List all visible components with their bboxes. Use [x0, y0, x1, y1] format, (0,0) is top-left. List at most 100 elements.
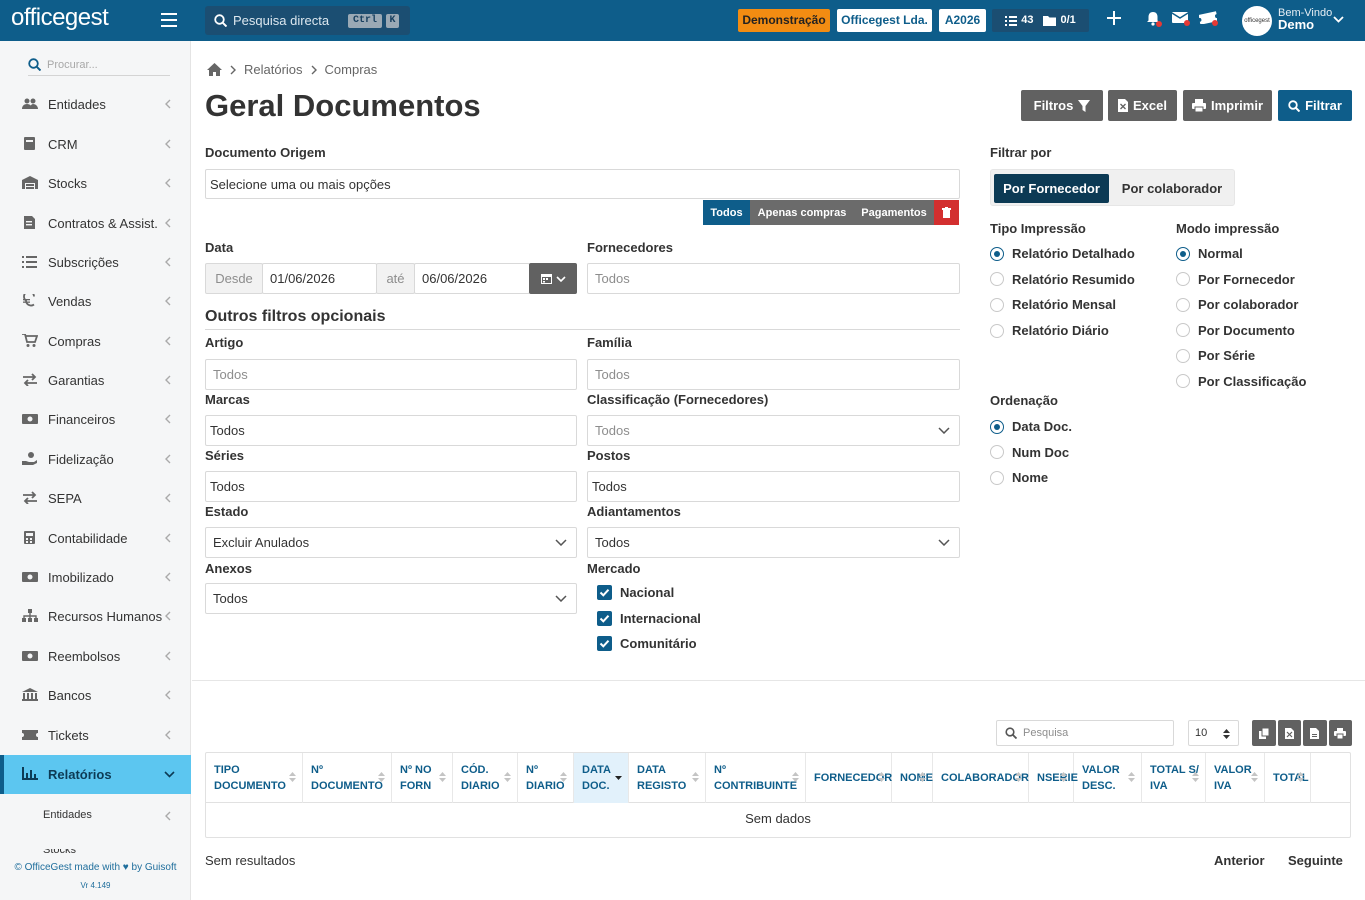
avatar[interactable]: officegest — [1242, 6, 1272, 36]
column-header[interactable]: COLABORADOR — [933, 753, 1029, 803]
column-header[interactable]: TIPO DOCUMENTO — [206, 753, 303, 803]
sidebar-item-contratos-assist[interactable]: Contratos & Assist. — [0, 207, 191, 239]
column-header[interactable]: Nº NO FORN — [392, 753, 453, 803]
menu-toggle-icon[interactable] — [161, 13, 177, 27]
table-search-input[interactable]: Pesquisa — [996, 720, 1174, 746]
breadcrumb-compras[interactable]: Compras — [325, 62, 378, 77]
sidebar-item-sepa[interactable]: SEPA — [0, 482, 191, 514]
sidebar-item-imobilizado[interactable]: Imobilizado — [0, 561, 191, 593]
column-header[interactable]: FORNECEDOR — [806, 753, 892, 803]
sidebar-item-recursos-humanos[interactable]: Recursos Humanos — [0, 600, 191, 632]
sidebar-item-garantias[interactable]: Garantias — [0, 364, 191, 396]
filtrar-button[interactable]: Filtrar — [1278, 90, 1352, 121]
column-header[interactable]: CÓD. DIARIO — [453, 753, 518, 803]
por-colaborador-option[interactable]: Por colaborador — [1113, 174, 1231, 203]
postos-select[interactable]: Todos — [587, 471, 960, 502]
demo-badge[interactable]: Demonstração — [738, 9, 830, 32]
global-search-input[interactable]: Pesquisa directa Ctrl K — [205, 6, 410, 35]
next-page-button[interactable]: Seguinte — [1288, 853, 1343, 868]
sidebar-item-tickets[interactable]: Tickets — [0, 719, 191, 751]
sidebar-item-relatórios[interactable]: Relatórios — [0, 755, 191, 794]
sidebar-item-entidades[interactable]: Entidades — [0, 88, 191, 120]
breadcrumb-relatorios[interactable]: Relatórios — [244, 62, 303, 77]
ordenacao-radio[interactable]: Data Doc. — [990, 419, 1072, 434]
column-header[interactable]: DATA REGISTO — [629, 753, 706, 803]
fornecedores-select[interactable]: Todos — [587, 263, 960, 294]
column-header[interactable]: TOTAL — [1265, 753, 1311, 803]
modo-impressao-radio[interactable]: Normal — [1176, 246, 1243, 261]
calendar-button[interactable] — [529, 263, 577, 294]
csv-export-button[interactable] — [1303, 720, 1327, 746]
documento-origem-select[interactable]: Selecione uma ou mais opções — [205, 169, 960, 199]
sidebar-item-contabilidade[interactable]: Contabilidade — [0, 522, 191, 554]
home-icon[interactable] — [207, 63, 222, 76]
marcas-select[interactable]: Todos — [205, 415, 577, 446]
anexos-select[interactable]: Todos — [205, 583, 577, 614]
tipo-impressao-radio[interactable]: Relatório Mensal — [990, 297, 1116, 312]
column-header[interactable]: Nº DOCUMENTO — [303, 753, 392, 803]
classificacao-select[interactable]: Todos — [587, 415, 960, 446]
mercado-checkbox[interactable]: Comunitário — [597, 636, 697, 651]
series-select[interactable]: Todos — [205, 471, 577, 502]
column-header[interactable]: NOME — [892, 753, 933, 803]
sidebar-item-financeiros[interactable]: Financeiros — [0, 403, 191, 435]
clear-selection-button[interactable] — [934, 200, 959, 225]
familia-select[interactable]: Todos — [587, 359, 960, 390]
column-header[interactable]: VALOR IVA — [1206, 753, 1265, 803]
prev-page-button[interactable]: Anterior — [1214, 853, 1265, 868]
imprimir-button[interactable]: Imprimir — [1183, 90, 1272, 121]
column-header[interactable]: Nº DIARIO — [518, 753, 574, 803]
modo-impressao-radio[interactable]: Por Série — [1176, 348, 1255, 363]
company-selector[interactable]: Officegest Lda. — [837, 9, 932, 32]
modo-impressao-radio[interactable]: Por Classificação — [1176, 374, 1306, 389]
modo-impressao-radio[interactable]: Por colaborador — [1176, 297, 1298, 312]
column-header[interactable]: TOTAL S/IVA — [1142, 753, 1206, 803]
bell-icon[interactable] — [1146, 11, 1162, 27]
column-header[interactable]: NSERIE — [1029, 753, 1078, 803]
tipo-impressao-radio[interactable]: Relatório Resumido — [990, 272, 1135, 287]
column-header[interactable]: DATA DOC. — [574, 753, 629, 803]
ordenacao-radio[interactable]: Num Doc — [990, 445, 1069, 460]
ticket-icon[interactable] — [1199, 11, 1218, 26]
tipo-impressao-radio[interactable]: Relatório Diário — [990, 323, 1109, 338]
ordenacao-radio[interactable]: Nome — [990, 470, 1048, 485]
submenu-entidades[interactable]: Entidades — [43, 809, 92, 821]
modo-impressao-radio[interactable]: Por Fornecedor — [1176, 272, 1295, 287]
app-logo[interactable]: officegest — [11, 4, 109, 32]
mail-icon[interactable] — [1172, 11, 1190, 26]
column-header[interactable]: Nº CONTRIBUINTE — [706, 753, 806, 803]
submenu-stocks[interactable]: Stocks — [43, 849, 76, 856]
copy-button[interactable] — [1252, 720, 1276, 746]
footer-credit[interactable]: © OfficeGest made with ♥ by Guisoft — [0, 862, 191, 873]
column-header[interactable]: VALOR DESC. — [1074, 753, 1142, 803]
date-to-input[interactable]: 06/06/2026 — [414, 263, 530, 294]
sidebar-item-vendas[interactable]: Vendas — [0, 285, 191, 317]
print-table-button[interactable] — [1328, 720, 1352, 746]
por-fornecedor-option[interactable]: Por Fornecedor — [994, 174, 1109, 203]
segment-pagamentos[interactable]: Pagamentos — [854, 200, 934, 225]
sidebar-item-reembolsos[interactable]: Reembolsos — [0, 640, 191, 672]
modo-impressao-radio[interactable]: Por Documento — [1176, 323, 1295, 338]
sidebar-item-crm[interactable]: CRM — [0, 128, 191, 160]
estado-select[interactable]: Excluir Anulados — [205, 527, 577, 558]
segment-todos[interactable]: Todos — [703, 200, 750, 225]
chevron-down-icon[interactable] — [1333, 16, 1344, 23]
sidebar-item-stocks[interactable]: Stocks — [0, 167, 191, 199]
adiantamentos-select[interactable]: Todos — [587, 527, 960, 558]
task-counters[interactable]: 43 0/1 — [992, 9, 1089, 32]
page-size-select[interactable]: 10 — [1188, 720, 1239, 746]
excel-button[interactable]: Excel — [1108, 90, 1177, 121]
sidebar-item-subscrições[interactable]: Subscrições — [0, 246, 191, 278]
plus-icon[interactable] — [1107, 11, 1121, 25]
sidebar-item-compras[interactable]: Compras — [0, 325, 191, 357]
sidebar-item-fidelização[interactable]: Fidelização — [0, 443, 191, 475]
excel-export-button[interactable] — [1277, 720, 1301, 746]
sidebar-item-bancos[interactable]: Bancos — [0, 679, 191, 711]
tipo-impressao-radio[interactable]: Relatório Detalhado — [990, 246, 1135, 261]
mercado-checkbox[interactable]: Internacional — [597, 610, 701, 626]
year-selector[interactable]: A2026 — [939, 9, 986, 32]
mercado-checkbox[interactable]: Nacional — [597, 585, 674, 600]
user-menu[interactable]: Bem-Vindo Demo — [1278, 7, 1332, 31]
date-from-input[interactable]: 01/06/2026 — [262, 263, 377, 294]
sidebar-search-input[interactable]: Procurar... — [28, 54, 170, 76]
